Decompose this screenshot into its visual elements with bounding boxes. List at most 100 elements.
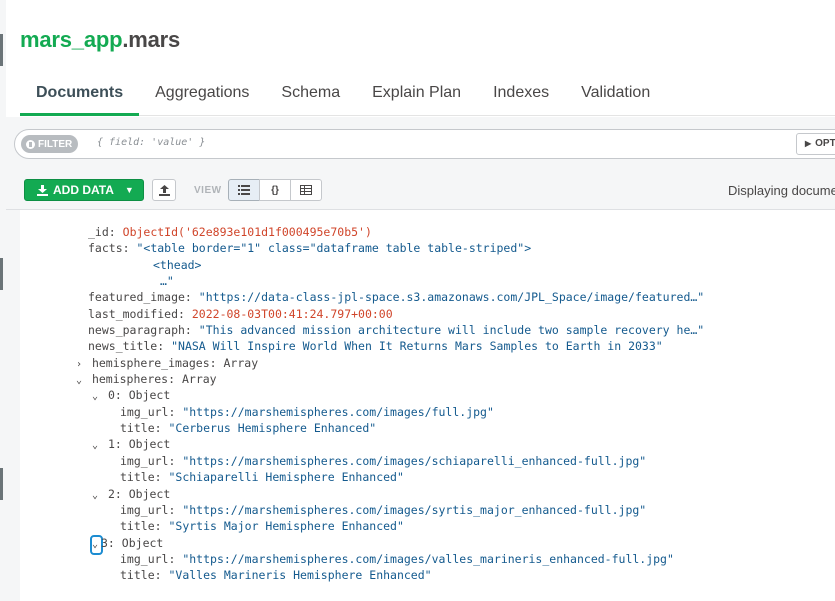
array-item-3[interactable]: ⌄ 3: Object — [20, 534, 704, 555]
field-row-facts: facts: "<table border="1" class="datafra… — [20, 240, 704, 256]
tab-aggregations[interactable]: Aggregations — [139, 72, 265, 116]
view-toggle-group: {} — [228, 179, 322, 201]
field-row-title: title: "Valles Marineris Hemisphere Enha… — [20, 567, 704, 583]
filter-pill: FILTER — [21, 135, 79, 153]
sidebar-handle — [0, 258, 3, 290]
field-key: 2: — [107, 486, 122, 501]
field-value: "https://marshemispheres.com/images/syrt… — [182, 502, 647, 517]
field-row-title: title: "Cerberus Hemisphere Enhanced" — [20, 420, 704, 436]
array-item-2[interactable]: ⌄ 2: Object — [20, 486, 704, 502]
field-row-last-modified: last_modified: 2022-08-03T00:41:24.797+0… — [20, 306, 704, 322]
filter-pill-label: FILTER — [38, 138, 73, 150]
json-view-button[interactable]: {} — [259, 179, 291, 201]
field-value: ObjectId('62e893e101d1f000495e70b5') — [122, 225, 372, 239]
field-key: img_url: — [120, 551, 176, 566]
field-value: "https://marshemispheres.com/images/full… — [182, 404, 494, 419]
documents-toolbar: ADD DATA ▼ VIEW {} Displaying docume — [24, 179, 835, 203]
field-key: 0: — [107, 388, 122, 403]
field-value: "https://marshemispheres.com/images/vall… — [182, 551, 674, 566]
field-key: title: — [120, 470, 162, 485]
query-bar-area: FILTER { field: 'value' } ▶OPTIO ADD DAT… — [6, 117, 835, 210]
field-key: hemispheres: — [91, 372, 176, 387]
field-row-img-url: img_url: "https://marshemispheres.com/im… — [20, 502, 704, 518]
field-row-hemisphere-images[interactable]: › hemisphere_images: Array — [20, 355, 704, 371]
braces-icon: {} — [271, 184, 279, 196]
field-row-news-paragraph: news_paragraph: "This advanced mission a… — [20, 322, 704, 338]
field-key: img_url: — [120, 404, 176, 419]
tab-indexes[interactable]: Indexes — [477, 72, 565, 116]
table-view-button[interactable] — [290, 179, 322, 201]
array-item-0[interactable]: ⌄ 0: Object — [20, 387, 704, 403]
field-value: "Syrtis Major Hemisphere Enhanced" — [168, 519, 404, 534]
field-value: …" — [160, 274, 174, 289]
filter-bar[interactable]: FILTER { field: 'value' } ▶OPTIO — [14, 129, 835, 159]
add-data-button[interactable]: ADD DATA ▼ — [24, 179, 144, 201]
tab-validation[interactable]: Validation — [565, 72, 666, 116]
view-label: VIEW — [194, 185, 222, 196]
field-type: Array — [223, 355, 259, 370]
field-row-featured-image: featured_image: "https://data-class-jpl-… — [20, 289, 704, 305]
sidebar-handle — [0, 34, 3, 66]
document-fields: _id: ObjectId('62e893e101d1f000495e70b5'… — [20, 224, 704, 584]
filter-input[interactable]: { field: 'value' } — [97, 137, 205, 148]
field-type: Object — [121, 535, 164, 550]
field-row-hemispheres[interactable]: ⌄ hemispheres: Array — [20, 371, 704, 387]
field-value: "Valles Marineris Hemisphere Enhanced" — [168, 568, 432, 583]
field-key: img_url: — [120, 502, 176, 517]
tab-documents[interactable]: Documents — [20, 72, 140, 116]
field-row-title: title: "Schiaparelli Hemisphere Enhanced… — [20, 469, 704, 485]
field-key: img_url: — [120, 453, 176, 468]
collection-tabs: Documents Aggregations Schema Explain Pl… — [20, 72, 835, 116]
field-key: title: — [120, 568, 162, 583]
field-value: "Schiaparelli Hemisphere Enhanced" — [168, 470, 404, 485]
field-key: 3: — [101, 535, 115, 550]
field-row-title: title: "Syrtis Major Hemisphere Enhanced… — [20, 518, 704, 534]
upload-icon — [158, 184, 170, 196]
field-key: news_paragraph: — [88, 323, 192, 338]
sidebar-handle — [0, 468, 3, 500]
field-row-id: _id: ObjectId('62e893e101d1f000495e70b5'… — [20, 224, 704, 240]
field-type: Object — [128, 437, 171, 452]
field-key: featured_image: — [88, 290, 192, 305]
field-value: "NASA Will Inspire World When It Returns… — [171, 339, 663, 354]
field-key: 1: — [107, 437, 122, 452]
field-row-news-title: news_title: "NASA Will Inspire World Whe… — [20, 338, 704, 354]
document-card: _id: ObjectId('62e893e101d1f000495e70b5'… — [20, 210, 835, 601]
field-key: title: — [120, 519, 162, 534]
field-value: "<table border="1" class="dataframe tabl… — [136, 241, 532, 256]
field-key: facts: — [88, 241, 130, 256]
field-row-img-url: img_url: "https://marshemispheres.com/im… — [20, 551, 704, 567]
collection-name: .mars — [122, 27, 181, 52]
field-key: hemisphere_images: — [91, 355, 217, 370]
info-icon — [26, 139, 35, 149]
field-row-facts-cont: <thead> — [20, 257, 704, 273]
field-type: Object — [128, 388, 171, 403]
database-name[interactable]: mars_app — [20, 27, 123, 52]
field-value: 2022-08-03T00:41:24.797+00:00 — [191, 306, 393, 321]
field-value: <thead> — [153, 257, 202, 272]
field-value: "https://marshemispheres.com/images/schi… — [182, 453, 647, 468]
field-key: last_modified: — [88, 306, 185, 321]
chevron-down-icon: ▼ — [124, 185, 134, 195]
array-item-1[interactable]: ⌄ 1: Object — [20, 436, 704, 452]
field-value: "https://data-class-jpl-space.s3.amazona… — [198, 290, 705, 305]
add-data-label: ADD DATA — [53, 183, 114, 197]
namespace-title: mars_app.mars — [20, 27, 180, 53]
field-row-facts-cont: …" — [20, 273, 704, 289]
field-row-img-url: img_url: "https://marshemispheres.com/im… — [20, 404, 704, 420]
table-icon — [300, 185, 312, 195]
list-view-button[interactable] — [228, 179, 260, 201]
tab-schema[interactable]: Schema — [265, 72, 356, 116]
options-label: OPTIO — [815, 138, 835, 149]
document-list: _id: ObjectId('62e893e101d1f000495e70b5'… — [6, 210, 835, 601]
field-type: Object — [128, 486, 171, 501]
field-key: _id: — [88, 225, 116, 239]
tab-explain-plan[interactable]: Explain Plan — [356, 72, 477, 116]
list-icon — [238, 185, 250, 195]
export-button[interactable] — [152, 179, 176, 201]
field-value: "This advanced mission architecture will… — [198, 323, 705, 338]
field-row-img-url: img_url: "https://marshemispheres.com/im… — [20, 453, 704, 469]
options-button[interactable]: ▶OPTIO — [796, 133, 835, 155]
field-key: news_title: — [88, 339, 165, 354]
field-value: "Cerberus Hemisphere Enhanced" — [168, 421, 377, 436]
